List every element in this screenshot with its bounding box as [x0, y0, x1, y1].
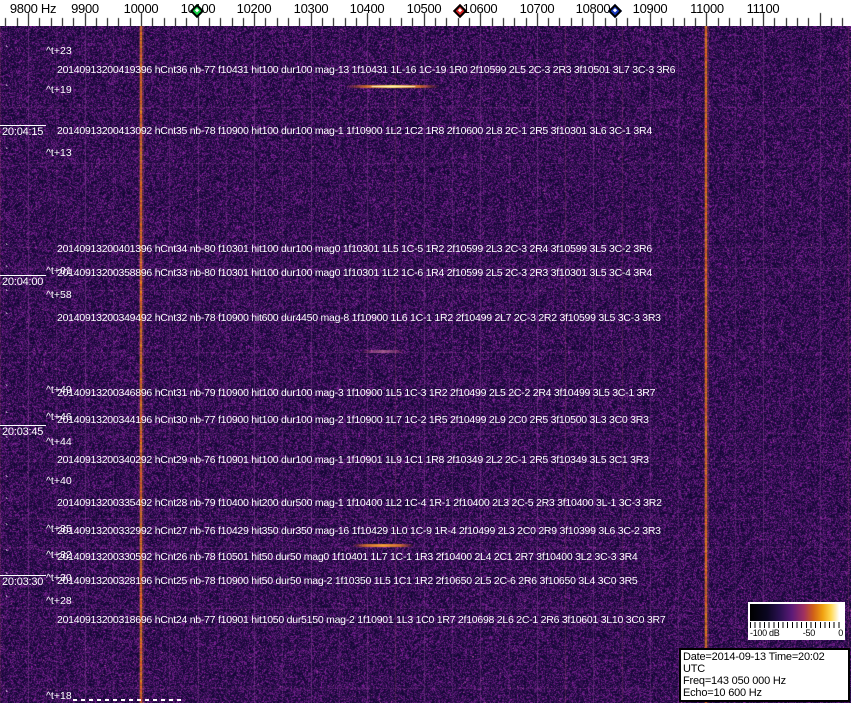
edge-tick: ` [5, 551, 8, 559]
edge-tick: ` [5, 149, 8, 157]
db-colorscale-legend: -100 dB -50 0 [748, 602, 845, 640]
detection-line-hcnt35: 20140913200413092 hCnt35 nb-78 f10900 hi… [57, 126, 652, 137]
frequency-ruler: 9800 Hz 9900 10000 10100 10200 10300 104… [0, 0, 851, 26]
event-tag-t19: ^t+19 [46, 85, 72, 96]
bottom-dashed-line [73, 699, 181, 701]
edge-tick: ` [5, 245, 8, 253]
detection-line-hcnt28: 20140913200335492 hCnt28 nb-79 f10400 hi… [57, 498, 662, 509]
green-marker-center [195, 8, 199, 12]
edge-tick: ` [5, 525, 8, 533]
detection-line-hcnt32: 20140913200349492 hCnt32 nb-78 f10900 hi… [57, 313, 661, 324]
detection-line-hcnt36: 20140913200419396 hCnt36 nb-77 f10431 hi… [57, 65, 675, 76]
detection-line-hcnt31: 20140913200346896 hCnt31 nb-79 f10900 hi… [57, 388, 655, 399]
spectrogram-app-window: 9800 Hz 9900 10000 10100 10200 10300 104… [0, 0, 851, 703]
freq-label-11100: 11100 [721, 1, 805, 16]
edge-tick: ` [5, 86, 8, 94]
detection-line-hcnt26: 20140913200330592 hCnt26 nb-78 f10501 hi… [57, 552, 638, 563]
edge-tick: ` [5, 386, 8, 394]
colorscale-gradient [750, 604, 843, 621]
edge-tick: ` [5, 314, 8, 322]
detection-line-hcnt34: 20140913200401396 hCnt34 nb-80 f10301 hi… [57, 244, 652, 255]
edge-tick: ` [5, 291, 8, 299]
colorscale-labels: -100 dB -50 0 [750, 628, 843, 639]
info-date-time: Date=2014-09-13 Time=20:02 UTC [683, 651, 846, 675]
red-marker-center [458, 8, 462, 12]
legend-label-mid: -50 [803, 628, 815, 639]
edge-tick: ` [5, 477, 8, 485]
event-tag-t28: ^t+28 [46, 596, 72, 607]
edge-tick: ` [5, 597, 8, 605]
detection-line-hcnt27: 20140913200332992 hCnt27 nb-76 f10429 hi… [57, 526, 661, 537]
event-tag-t44: ^t+44 [46, 437, 72, 448]
detection-line-hcnt33: 20140913200358896 hCnt33 nb-80 f10301 hi… [57, 268, 652, 279]
info-freq: Freq=143 050 000 Hz [683, 675, 846, 687]
info-echo: Echo=10 600 Hz [683, 687, 846, 699]
edge-tick: ` [5, 47, 8, 55]
info-station: HPHK [683, 699, 846, 702]
time-label-200415: 20:04:15 [0, 125, 46, 138]
event-tag-t18: ^t+18 [46, 691, 72, 702]
blue-marker-center [613, 8, 617, 12]
time-label-200400: 20:04:00 [0, 275, 46, 288]
event-tag-t23: ^t+23 [46, 46, 72, 57]
detection-line-hcnt25: 20140913200328196 hCnt25 nb-78 f10900 hi… [57, 576, 638, 587]
detection-line-hcnt29: 20140913200340292 hCnt29 nb-76 f10901 hi… [57, 455, 649, 466]
edge-tick: ` [5, 413, 8, 421]
legend-label-max: 0 [838, 628, 843, 639]
detection-line-hcnt24: 20140913200318696 hCnt24 nb-77 f10901 hi… [57, 615, 665, 626]
edge-tick: ` [5, 438, 8, 446]
legend-label-min: -100 dB [750, 628, 779, 639]
event-tag-t13: ^t+13 [46, 148, 72, 159]
event-tag-t58: ^t+58 [46, 290, 72, 301]
edge-tick: ` [5, 267, 8, 275]
status-info-box: Date=2014-09-13 Time=20:02 UTC Freq=143 … [679, 648, 850, 702]
event-tag-t40: ^t+40 [46, 476, 72, 487]
edge-tick: ` [5, 574, 8, 582]
detection-line-hcnt30: 20140913200344196 hCnt30 nb-77 f10900 hi… [57, 415, 649, 426]
edge-tick: ` [5, 692, 8, 700]
edge-tick: ` [5, 499, 8, 507]
